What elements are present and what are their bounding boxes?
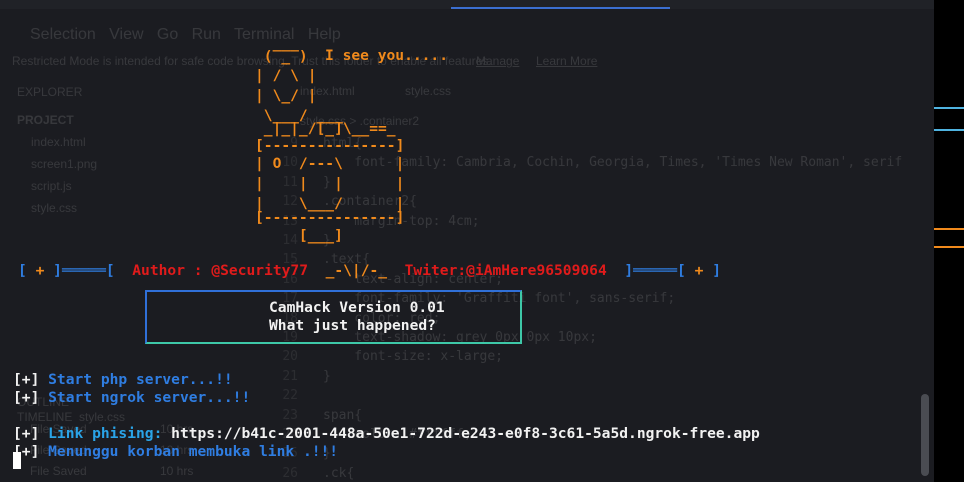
- editor-tab: style.css: [405, 84, 452, 98]
- ascii-art-line: | | | |: [255, 175, 405, 192]
- line-number: 22: [282, 388, 298, 404]
- code-line: span{: [323, 407, 363, 423]
- file-item: index.html: [31, 135, 86, 149]
- menu-item: Go: [156, 26, 179, 43]
- terminal-cursor: [13, 452, 21, 469]
- separator: _-\|/-_: [325, 262, 388, 279]
- line-number: 21: [282, 368, 298, 384]
- version-title: CamHack Version 0.01: [269, 299, 445, 316]
- timeline-item: File Saved: [30, 464, 87, 478]
- file-item: style.css: [31, 201, 78, 215]
- output-line: [+] Link phising: https://b41c-2001-448a…: [13, 425, 760, 443]
- background-line: [934, 246, 964, 248]
- line-number: 26: [282, 465, 298, 481]
- ascii-art-line: _|_|_/[_]\__==_: [255, 120, 396, 137]
- background-line: [934, 228, 964, 230]
- divider: ═════: [633, 262, 678, 279]
- ascii-art-line: | \_/ |: [255, 87, 317, 104]
- output-line: [+] Menunggu korban membuka link .!!!: [13, 443, 338, 461]
- project-folder: PROJECT: [17, 113, 74, 127]
- manage-link: Manage: [476, 54, 520, 68]
- background-line: [934, 129, 964, 131]
- bracket: [: [677, 262, 695, 279]
- window-top-bar: [0, 0, 934, 9]
- bracket: [: [18, 262, 36, 279]
- code-line: font-size: x-large;: [323, 349, 504, 365]
- code-line: }: [323, 368, 331, 384]
- menu-item: Selection: [30, 26, 96, 43]
- menu-item: Help: [307, 26, 341, 43]
- message: Menunggu korban membuka link .!!!: [39, 443, 339, 460]
- message: Start ngrok server...!!: [39, 389, 251, 406]
- author-banner: [ + ]═════[ Author : @Security77 _-\|/-_…: [18, 262, 721, 280]
- prefix: [+]: [13, 389, 40, 406]
- bracket: ]: [703, 262, 721, 279]
- background-editor: Selection View Go Run Terminal Help Rest…: [0, 9, 934, 482]
- code-line: .ck{: [323, 465, 355, 481]
- output-line: [+] Start ngrok server...!!: [13, 389, 250, 407]
- file-item: script.js: [31, 179, 72, 193]
- file-item: screen1.png: [31, 157, 98, 171]
- code-line: font-family: Cambria, Cochin, Georgia, T…: [323, 155, 903, 171]
- ascii-art-line: ( _ ): [255, 48, 308, 65]
- line-number: 20: [282, 349, 298, 365]
- twitter-label: Twiter:@iAmHere96509064: [387, 262, 625, 279]
- output-line: [+] Start php server...!!: [13, 371, 233, 389]
- menu-item: Run: [191, 26, 221, 43]
- prefix: [+]: [13, 371, 40, 388]
- ascii-art-line: [---------------]: [255, 137, 405, 154]
- ascii-art-line: [---------------]: [255, 209, 405, 226]
- bracket: ]: [624, 262, 634, 279]
- divider: ═════: [61, 262, 106, 279]
- ascii-art-line: | / \ |: [255, 67, 317, 84]
- timeline-time: 10 hrs: [160, 464, 194, 478]
- line-number: 23: [282, 407, 298, 423]
- i-see-you-text: I see you.....: [325, 47, 449, 64]
- terminal-window[interactable]: Selection View Go Run Terminal Help Rest…: [0, 9, 934, 482]
- message: Link phising:: [39, 425, 172, 442]
- phishing-url[interactable]: https://b41c-2001-448a-50e1-722d-e243-e0…: [171, 425, 760, 442]
- explorer-title: EXPLORER: [17, 85, 83, 99]
- author-label: Author : @Security77: [114, 262, 326, 279]
- ascii-art-line: [___]: [255, 227, 343, 244]
- message: Start php server...!!: [39, 371, 233, 388]
- ascii-art-line: | O /---\ |: [255, 155, 405, 172]
- bracket: [: [105, 262, 115, 279]
- bracket: ]: [44, 262, 62, 279]
- version-subtitle: What just happened?: [269, 317, 436, 334]
- terminal-scrollbar[interactable]: [921, 394, 929, 476]
- menu-item: View: [109, 26, 144, 43]
- background-line: [934, 107, 964, 109]
- prefix: [+]: [13, 425, 40, 442]
- learn-more-link: Learn More: [536, 54, 598, 68]
